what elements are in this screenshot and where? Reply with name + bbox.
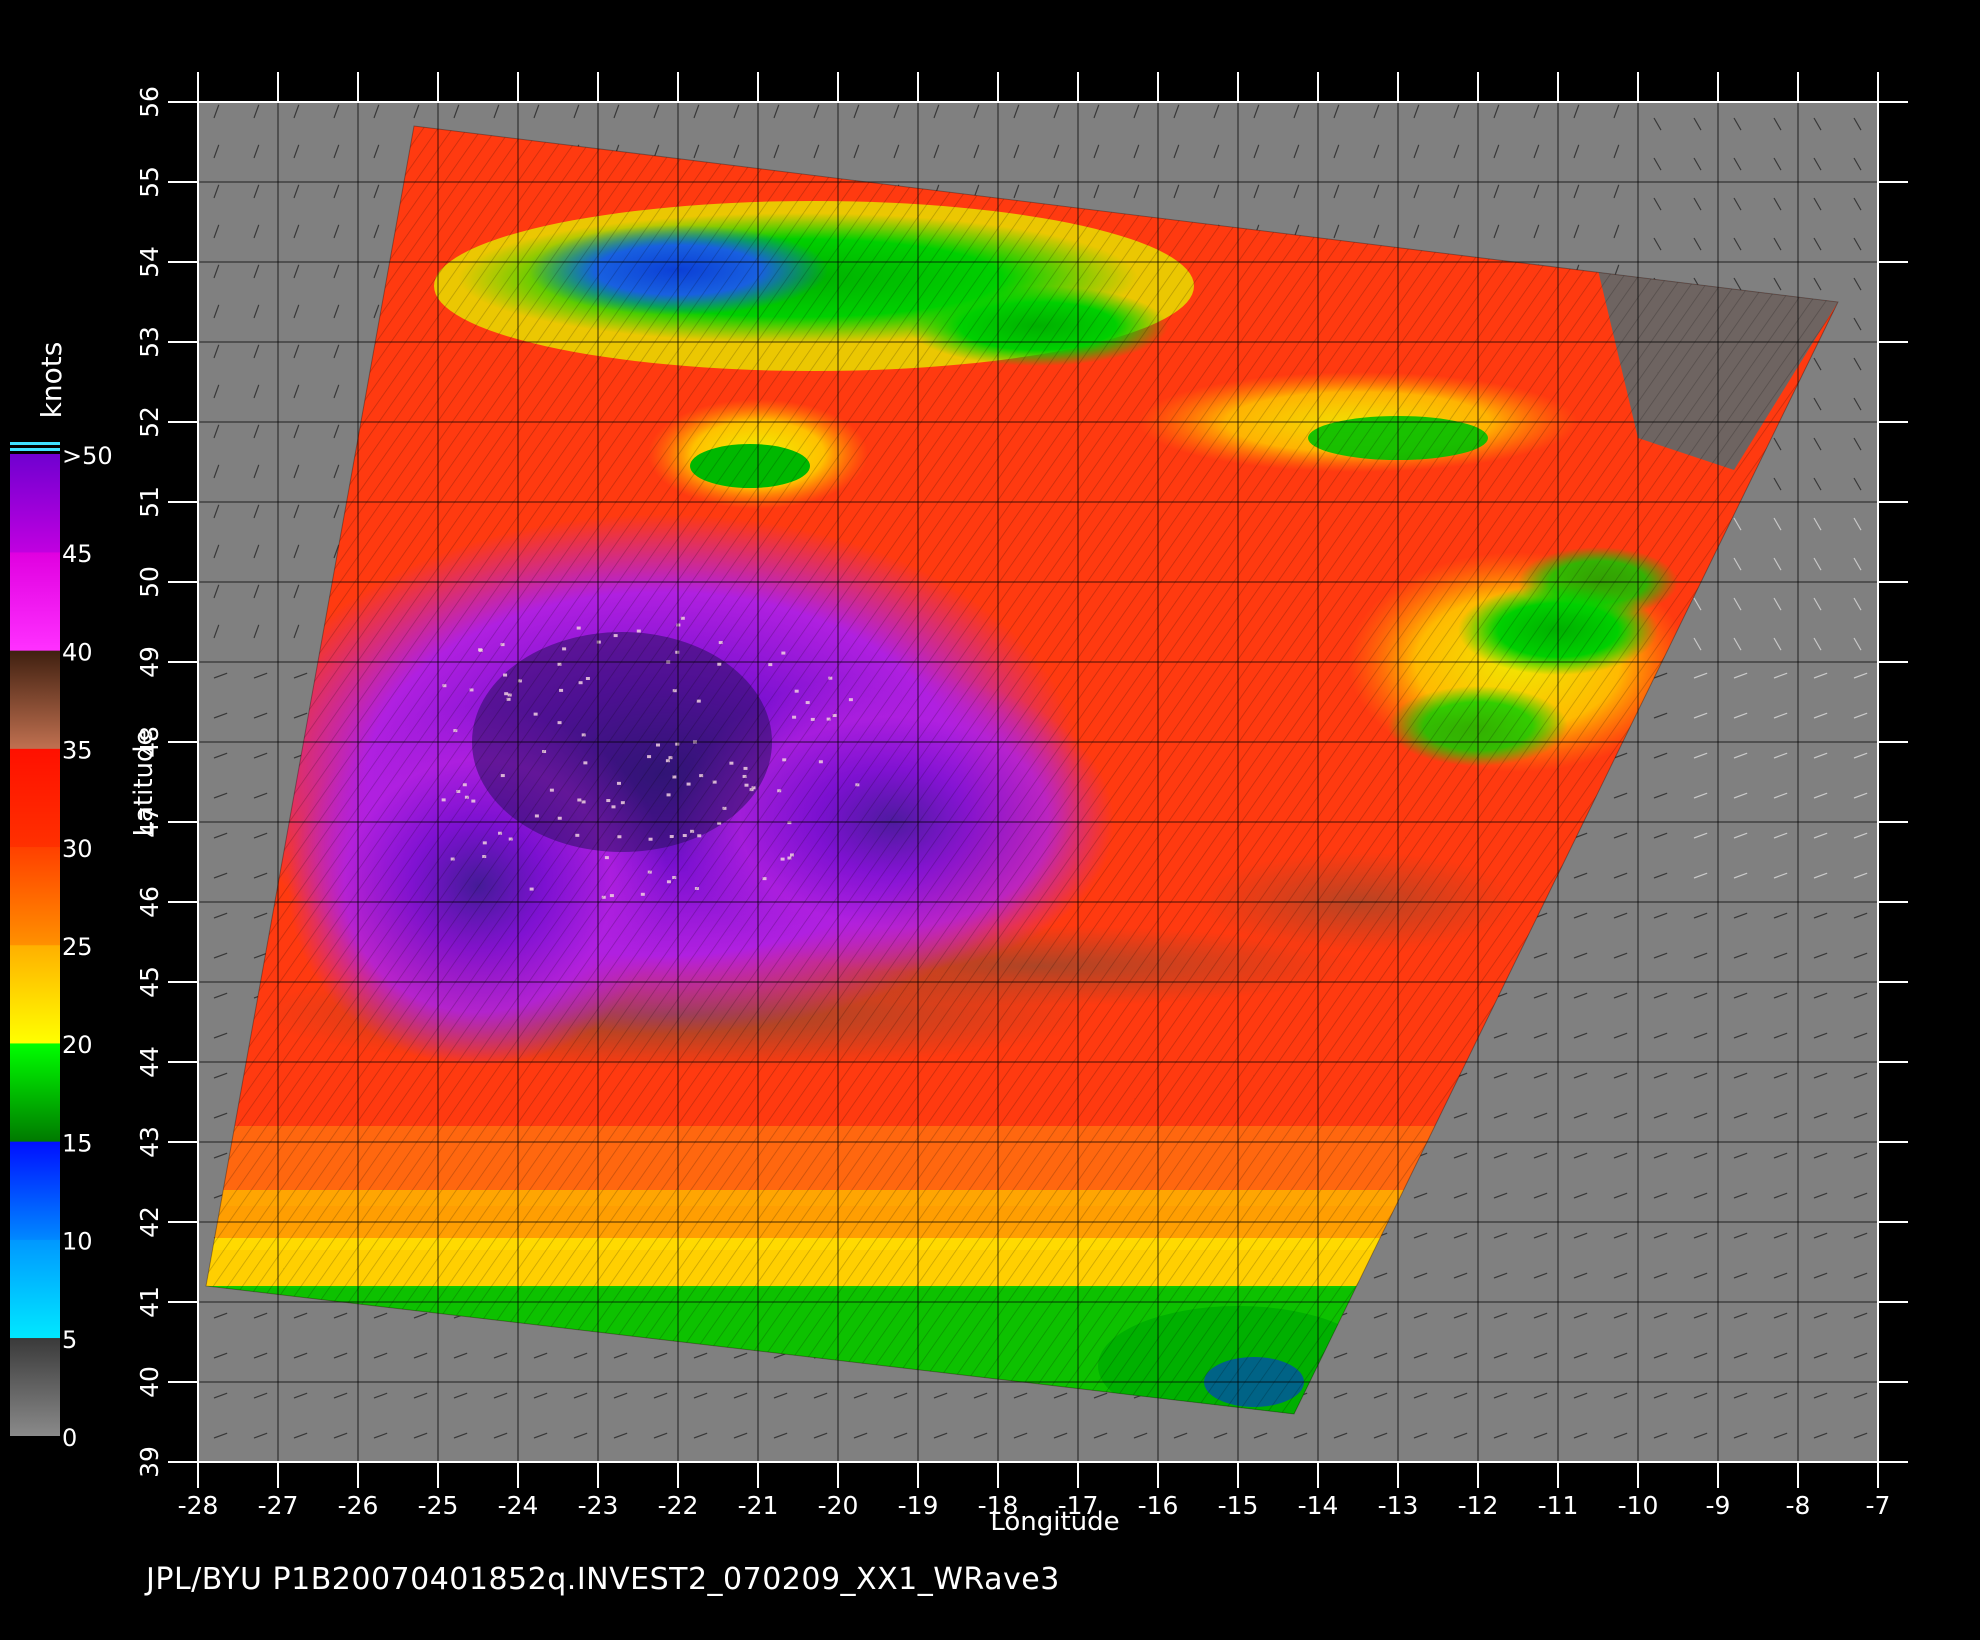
x-axis-label: Longitude	[990, 1507, 1119, 1537]
colorbar-tick-label: 0	[62, 1424, 77, 1452]
longitude-tick-label: -7	[1866, 1491, 1891, 1520]
longitude-tick-label: -26	[338, 1491, 379, 1520]
latitude-tick-label: 56	[135, 86, 164, 118]
longitude-tick-label: -14	[1298, 1491, 1339, 1520]
latitude-tick-label: 45	[135, 966, 164, 998]
colorbar-tick-label: 25	[62, 933, 93, 961]
colorbar-tick-label: 30	[62, 835, 93, 863]
latitude-tick-label: 55	[135, 166, 164, 198]
latitude-tick-label: 51	[135, 486, 164, 518]
colorbar-tick-label: 20	[62, 1031, 93, 1059]
latitude-tick-label: 53	[135, 326, 164, 358]
longitude-tick-label: -10	[1618, 1491, 1659, 1520]
y-axis-label: Latitude	[129, 729, 159, 836]
latitude-tick-label: 46	[135, 886, 164, 918]
longitude-tick-label: -22	[658, 1491, 699, 1520]
colorbar-unit-label: knots	[35, 342, 68, 419]
longitude-tick-label: -13	[1378, 1491, 1419, 1520]
colorbar-tick-label: 15	[62, 1129, 93, 1157]
longitude-tick-label: -16	[1138, 1491, 1179, 1520]
colorbar-cap-line	[10, 442, 60, 445]
longitude-tick-label: -25	[418, 1491, 459, 1520]
scatterometer-wind-map: -28 -27 -26 -25 -24 -23 -22 -21 -20 -19 -18 -17 -16-…	[10, 72, 1908, 1537]
longitude-tick-label: -15	[1218, 1491, 1259, 1520]
latitude-tick-label: 43	[135, 1126, 164, 1158]
longitude-tick-label: -28	[178, 1491, 219, 1520]
colorbar-tick-label: >50	[62, 442, 113, 470]
longitude-tick-label: -9	[1706, 1491, 1731, 1520]
latitude-tick-label: 49	[135, 646, 164, 678]
colorbar-labels: 0 5 10 15 20 25 30 35 40 45 >50	[62, 442, 113, 1452]
longitude-tick-label: -24	[498, 1491, 539, 1520]
colorbar-tick-label: 40	[62, 638, 93, 666]
latitude-tick-label: 54	[135, 246, 164, 278]
latitude-tick-label: 44	[135, 1046, 164, 1078]
latitude-tick-label: 40	[135, 1366, 164, 1398]
colorbar-cap-line	[10, 448, 60, 451]
longitude-tick-label: -11	[1538, 1491, 1579, 1520]
latitude-tick-label: 50	[135, 566, 164, 598]
latitude-tick-label: 41	[135, 1286, 164, 1318]
longitude-tick-label: -8	[1786, 1491, 1811, 1520]
colorbar: knots 0 5 10 15 20 25 30 35 40 45 >50	[10, 342, 113, 1452]
latitude-tick-label: 42	[135, 1206, 164, 1238]
longitude-tick-label: -12	[1458, 1491, 1499, 1520]
footer-caption: JPL/BYU P1B20070401852q.INVEST2_070209_X…	[146, 1562, 1060, 1597]
colorbar-tick-label: 5	[62, 1326, 77, 1354]
colorbar-tick-label: 35	[62, 737, 93, 765]
longitude-tick-label: -23	[578, 1491, 619, 1520]
colorbar-tick-label: 45	[62, 540, 93, 568]
latitude-tick-label: 39	[135, 1446, 164, 1478]
longitude-tick-label: -19	[898, 1491, 939, 1520]
longitude-tick-label: -20	[818, 1491, 859, 1520]
colorbar-scale	[10, 454, 60, 1436]
longitude-tick-label: -21	[738, 1491, 779, 1520]
latitude-tick-label: 52	[135, 406, 164, 438]
longitude-tick-label: -27	[258, 1491, 299, 1520]
colorbar-tick-label: 10	[62, 1228, 93, 1256]
